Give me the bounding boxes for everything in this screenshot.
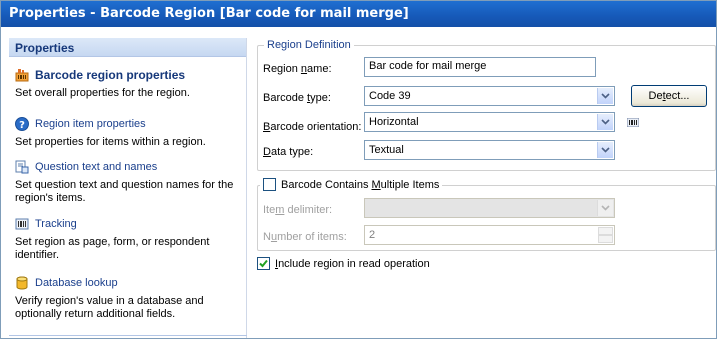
region-definition-legend: Region Definition bbox=[264, 39, 354, 51]
multiple-items-checkbox[interactable] bbox=[263, 178, 276, 191]
barcode-type-select[interactable]: Code 39 bbox=[364, 86, 615, 106]
sidebar-item-description: Set region as page, form, or respondent … bbox=[15, 236, 210, 261]
stepper-arrows[interactable] bbox=[598, 227, 613, 243]
include-read-label[interactable]: Include region in read operation bbox=[275, 258, 430, 270]
stepper-up-icon[interactable] bbox=[598, 227, 613, 235]
item-delimiter-select[interactable] bbox=[364, 198, 615, 218]
barcode-region-icon bbox=[15, 69, 29, 82]
sidebar-item-tracking[interactable]: Tracking Set region as page, form, or re… bbox=[15, 216, 243, 262]
detect-button[interactable]: De t ect... bbox=[631, 85, 707, 107]
sidebar-item-label[interactable]: Tracking bbox=[35, 218, 77, 230]
number-of-items-label: Number of items: bbox=[263, 231, 347, 243]
chevron-down-icon[interactable] bbox=[597, 200, 613, 216]
sidebar-item-description: Set overall properties for the region. bbox=[15, 87, 190, 99]
checkmark-icon bbox=[259, 259, 268, 268]
region-name-label: Region name: bbox=[263, 63, 332, 75]
sidebar-item-question-text-and-names[interactable]: Question text and names Set question tex… bbox=[15, 159, 243, 205]
item-delimiter-label: Item delimiter: bbox=[263, 204, 333, 216]
include-read-option[interactable]: Include region in read operation bbox=[257, 257, 430, 270]
database-icon bbox=[16, 276, 28, 290]
tracking-icon bbox=[15, 218, 29, 230]
window-title: Properties - Barcode Region [Bar code fo… bbox=[9, 6, 409, 21]
barcode-orientation-select[interactable]: Horizontal bbox=[364, 112, 615, 132]
sidebar-item-database-lookup[interactable]: Database lookup Verify region's value in… bbox=[15, 275, 243, 321]
data-type-label: Data type: bbox=[263, 146, 314, 158]
barcode-type-value: Code 39 bbox=[369, 90, 411, 102]
sidebar-item-label[interactable]: Barcode region properties bbox=[35, 68, 185, 82]
sidebar-item-region-item-properties[interactable]: ? Region item properties Set properties … bbox=[15, 116, 243, 149]
help-circle-icon: ? bbox=[15, 117, 29, 131]
question-text-icon bbox=[15, 160, 29, 174]
data-type-select[interactable]: Textual bbox=[364, 140, 615, 160]
properties-sidebar: Properties Barcode region properties Set… bbox=[9, 38, 247, 338]
multiple-items-group: Barcode Contains Multiple Items Item del… bbox=[257, 178, 716, 251]
data-type-value: Textual bbox=[369, 144, 404, 156]
barcode-type-label: Barcode type: bbox=[263, 92, 331, 104]
sidebar-item-barcode-region-properties[interactable]: Barcode region properties Set overall pr… bbox=[15, 67, 243, 100]
sidebar-item-label[interactable]: Region item properties bbox=[35, 118, 146, 130]
sidebar-item-label[interactable]: Question text and names bbox=[35, 161, 157, 173]
svg-text:?: ? bbox=[19, 120, 25, 131]
sidebar-item-description: Set question text and question names for… bbox=[15, 179, 234, 204]
sidebar-item-description: Verify region's value in a database and … bbox=[15, 295, 204, 320]
sidebar-header: Properties bbox=[9, 38, 246, 57]
sidebar-divider bbox=[9, 335, 247, 336]
include-read-checkbox[interactable] bbox=[257, 257, 270, 270]
title-bar: Properties - Barcode Region [Bar code fo… bbox=[1, 1, 716, 27]
chevron-down-icon[interactable] bbox=[597, 114, 613, 130]
barcode-orientation-icon bbox=[627, 118, 639, 127]
region-definition-group: Region Definition Region name: Bar code … bbox=[257, 39, 716, 171]
chevron-down-icon[interactable] bbox=[597, 88, 613, 104]
chevron-down-icon[interactable] bbox=[597, 142, 613, 158]
region-name-input[interactable]: Bar code for mail merge bbox=[364, 57, 596, 77]
barcode-orientation-value: Horizontal bbox=[369, 116, 419, 128]
properties-window: Properties - Barcode Region [Bar code fo… bbox=[0, 0, 717, 339]
sidebar-item-description: Set properties for items within a region… bbox=[15, 136, 206, 148]
number-of-items-value: 2 bbox=[369, 229, 376, 241]
multiple-items-legend[interactable]: Barcode Contains Multiple Items bbox=[260, 178, 443, 191]
multiple-items-checkbox-label[interactable]: Barcode Contains Multiple Items bbox=[281, 179, 439, 191]
sidebar-item-label[interactable]: Database lookup bbox=[35, 277, 118, 289]
number-of-items-stepper[interactable]: 2 bbox=[364, 225, 615, 245]
barcode-orientation-label: Barcode orientation: bbox=[263, 121, 362, 133]
stepper-down-icon[interactable] bbox=[598, 235, 613, 243]
